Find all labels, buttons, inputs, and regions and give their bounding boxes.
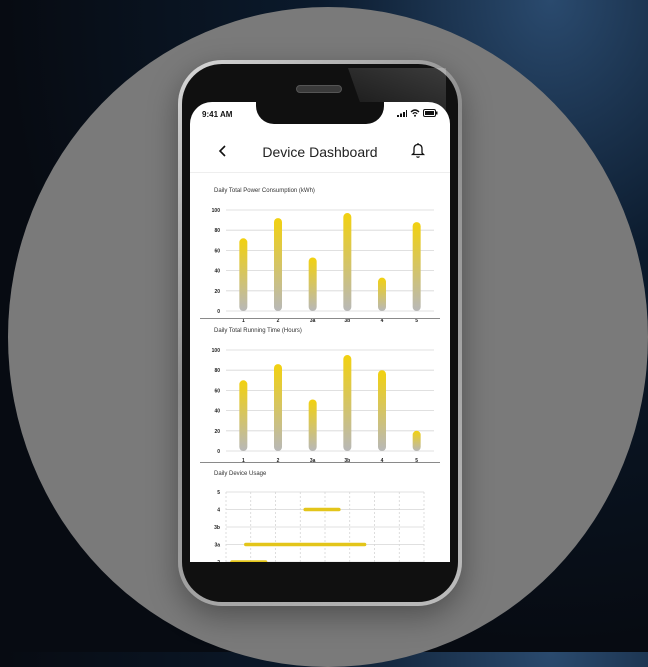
y-tick-label: 3b: [214, 525, 220, 531]
app-screen: 9:41 AM Device Dashboard Daily Total Pow…: [190, 102, 450, 562]
y-tick-label: 40: [214, 409, 220, 415]
y-tick-label: 0: [217, 309, 220, 315]
nav-bar: Device Dashboard: [190, 132, 450, 173]
y-tick-label: 100: [212, 348, 221, 354]
bar: [274, 218, 282, 311]
power-consumption-chart: Daily Total Power Consumption (kWh) 100 8…: [190, 188, 450, 328]
device-usage-chart: Daily Device Usage 543b3a2: [190, 471, 450, 562]
y-tick-label: 5: [217, 490, 220, 496]
running-time-plot: 100 80 60 40 20 0 1 2 3a 3b 4 5: [212, 348, 434, 464]
section-divider: [200, 462, 440, 463]
bar: [343, 355, 352, 451]
notifications-button[interactable]: [410, 141, 426, 159]
signal-icon: [397, 109, 407, 117]
x-tick-label: 3a: [310, 458, 316, 464]
device-usage-plot: 5 4 3b 3a 2: [214, 490, 425, 562]
bar: [412, 430, 421, 451]
phone-frame: 9:41 AM Device Dashboard Daily Total Pow…: [178, 60, 462, 606]
bar: [378, 277, 386, 311]
bar: [308, 257, 317, 311]
power-consumption-plot: 1008060402001 2 3a 3b 4 5: [212, 208, 434, 324]
battery-icon: [423, 109, 438, 117]
y-tick-label: 20: [214, 289, 220, 295]
y-tick-label: 20: [214, 429, 220, 435]
y-tick-label: 60: [214, 388, 220, 394]
x-tick-label: 1: [242, 458, 245, 464]
x-tick-label: 5: [415, 458, 418, 464]
bar: [412, 222, 421, 311]
speaker-grille: [296, 85, 342, 93]
bar: [343, 213, 352, 311]
notch: [256, 102, 384, 124]
bar: [239, 380, 248, 451]
y-tick-label: 100: [212, 208, 221, 214]
bell-icon: [410, 143, 426, 158]
bar: [239, 238, 248, 311]
y-tick-label: 80: [214, 228, 220, 234]
status-icons: [397, 109, 438, 117]
y-tick-label: 60: [214, 248, 220, 254]
x-tick-label: 4: [381, 458, 384, 464]
y-tick-label: 3a: [214, 543, 220, 549]
y-tick-label: 80: [214, 368, 220, 374]
wifi-icon: [410, 109, 420, 117]
x-tick-label: 3b: [344, 458, 350, 464]
y-tick-label: 2: [217, 560, 220, 562]
bar: [378, 370, 386, 451]
bar: [308, 399, 317, 451]
y-tick-label: 40: [214, 269, 220, 275]
x-tick-label: 2: [277, 458, 280, 464]
y-tick-label: 4: [217, 508, 220, 514]
section-divider: [200, 318, 440, 319]
running-time-chart: Daily Total Running Time (Hours) 100 80 60…: [190, 328, 450, 468]
bar: [274, 364, 282, 451]
status-time: 9:41 AM: [202, 110, 233, 119]
y-tick-label: 0: [217, 449, 220, 455]
